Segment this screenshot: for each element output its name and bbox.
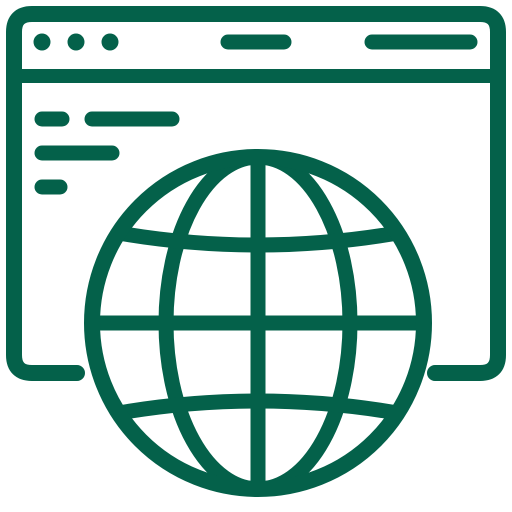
- window-control-dot-icon: [101, 33, 119, 51]
- window-control-dot-icon: [33, 33, 51, 51]
- window-control-dot-icon: [67, 33, 85, 51]
- content-text-lines: [34, 111, 180, 195]
- window-control-dots-filled: [33, 33, 119, 51]
- icon-svg: [6, 6, 506, 497]
- globe-icon: [84, 149, 432, 497]
- web-browser-globe-icon: [0, 0, 512, 512]
